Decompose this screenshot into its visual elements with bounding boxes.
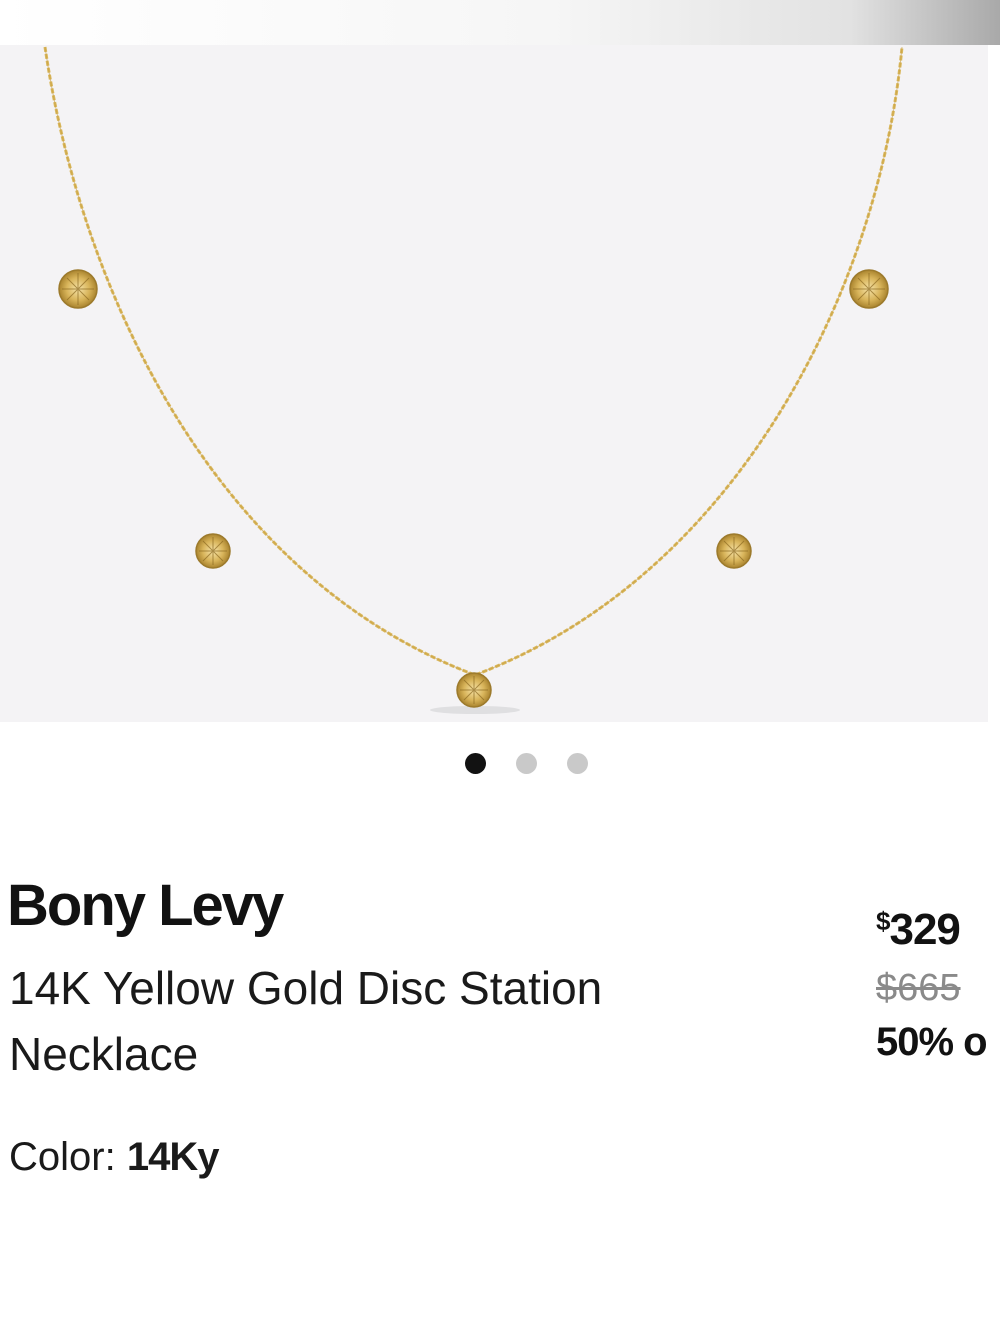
necklace-image [43,46,904,714]
color-selection: Color: 14Ky [9,1135,220,1180]
sale-price-amount: 329 [889,905,960,954]
price-block: $329 $665 50% o [876,905,1000,1065]
disc-charm [716,533,752,569]
disc-charm [849,269,889,309]
product-image-carousel[interactable] [0,45,988,722]
sale-price: $329 [876,905,1000,955]
top-bar [0,0,1000,45]
carousel-dot-2[interactable] [516,753,537,774]
next-image-peek [988,45,1000,722]
carousel-pagination [465,753,588,774]
carousel-dot-3[interactable] [567,753,588,774]
disc-charm [58,269,98,309]
disc-charm [195,533,231,569]
sale-price-currency: $ [876,906,891,936]
product-page: Bony Levy 14K Yellow Gold Disc Station N… [0,0,1000,1333]
color-label: Color: [9,1135,116,1179]
original-price: $665 [876,967,961,1009]
discount-badge: 50% o [876,1020,988,1064]
disc-charm [456,672,492,708]
color-value: 14Ky [126,1135,220,1179]
brand-name[interactable]: Bony Levy [7,872,284,939]
product-title: 14K Yellow Gold Disc Station Necklace [9,962,603,1080]
carousel-dot-1[interactable] [465,753,486,774]
